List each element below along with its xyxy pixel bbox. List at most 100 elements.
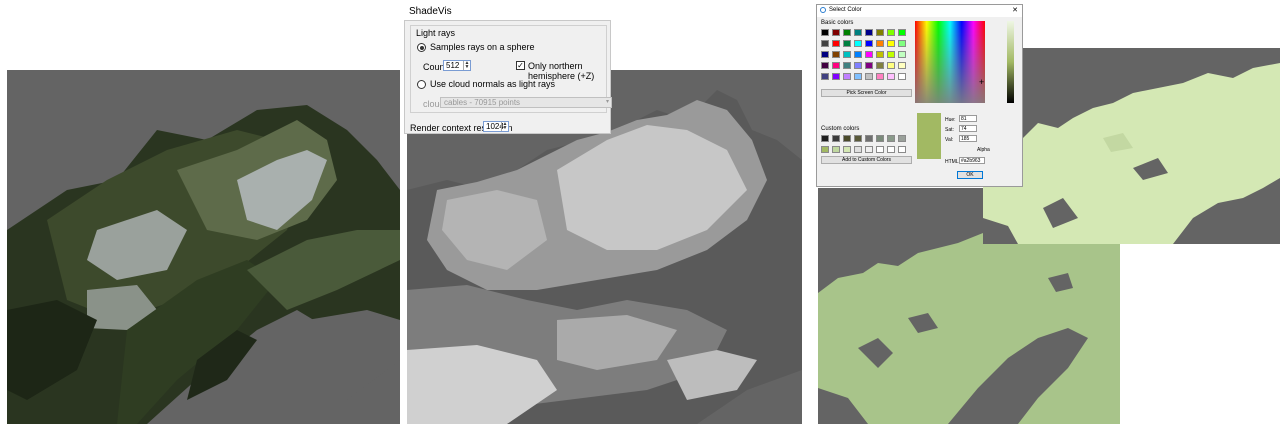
basic-color-swatch[interactable] [854, 51, 862, 58]
basic-color-swatch[interactable] [843, 73, 851, 80]
sat-value: 74 [961, 126, 967, 132]
basic-color-swatch[interactable] [887, 40, 895, 47]
basic-color-swatch[interactable] [821, 51, 829, 58]
basic-color-swatch[interactable] [821, 73, 829, 80]
crosshair-icon: + [979, 77, 985, 87]
light-green-tint-view[interactable] [983, 48, 1280, 244]
basic-color-swatch[interactable] [876, 62, 884, 69]
basic-color-swatch[interactable] [854, 62, 862, 69]
basic-color-swatch[interactable] [821, 40, 829, 47]
custom-color-swatch[interactable] [854, 146, 862, 153]
custom-color-swatch[interactable] [843, 146, 851, 153]
basic-color-swatch[interactable] [832, 29, 840, 36]
custom-color-swatch[interactable] [832, 146, 840, 153]
basic-color-swatch[interactable] [843, 29, 851, 36]
rgb-point-cloud-view[interactable] [7, 70, 400, 424]
spin-arrows-icon[interactable]: ▲ ▼ [501, 122, 508, 131]
custom-color-swatch[interactable] [865, 146, 873, 153]
basic-color-swatch[interactable] [898, 51, 906, 58]
custom-color-swatch[interactable] [843, 135, 851, 142]
color-dialog-title: Select Color [829, 7, 862, 13]
basic-color-swatch[interactable] [832, 73, 840, 80]
rgb-point-cloud-render [7, 105, 400, 424]
basic-color-swatch[interactable] [832, 62, 840, 69]
val-label: Val: [945, 137, 954, 143]
custom-color-swatch[interactable] [865, 135, 873, 142]
shadevis-title: ShadeVis [409, 6, 452, 17]
basic-color-swatch[interactable] [832, 51, 840, 58]
custom-color-swatch[interactable] [832, 135, 840, 142]
resolution-spinbox[interactable]: 1024 ▲ ▼ [483, 121, 509, 132]
basic-color-swatch[interactable] [865, 29, 873, 36]
basic-color-swatch[interactable] [876, 73, 884, 80]
custom-color-swatch[interactable] [898, 135, 906, 142]
add-to-custom-colors-button[interactable]: Add to Custom Colors [821, 156, 912, 164]
custom-color-swatch[interactable] [876, 146, 884, 153]
pick-screen-color-button[interactable]: Pick Screen Color [821, 89, 912, 97]
ok-button[interactable]: OK [957, 171, 983, 179]
basic-color-swatch[interactable] [887, 51, 895, 58]
basic-color-swatch[interactable] [876, 40, 884, 47]
basic-color-swatch[interactable] [876, 29, 884, 36]
val-field[interactable]: 185 [959, 135, 977, 142]
northern-hemisphere-checkbox[interactable]: ✓ [516, 61, 525, 70]
custom-color-swatch[interactable] [821, 135, 829, 142]
basic-color-swatch[interactable] [843, 62, 851, 69]
sphere-radio[interactable] [417, 43, 426, 52]
sphere-option-label: Samples rays on a sphere [430, 42, 535, 52]
html-field[interactable]: #a2b963 [959, 157, 985, 164]
basic-color-swatch[interactable] [843, 51, 851, 58]
basic-color-swatch[interactable] [876, 51, 884, 58]
custom-color-swatch[interactable] [854, 135, 862, 142]
basic-colors-label: Basic colors [821, 20, 854, 26]
shadevis-dialog: Light rays Samples rays on a sphere Coun… [404, 20, 612, 134]
cloud-value: cables - 70915 points [444, 98, 521, 107]
alpha-label: Alpha [977, 147, 990, 153]
basic-color-swatch[interactable] [854, 40, 862, 47]
basic-color-swatch[interactable] [821, 62, 829, 69]
basic-color-swatch[interactable] [898, 73, 906, 80]
custom-colors-label: Custom colors [821, 126, 860, 132]
close-icon[interactable]: ✕ [1012, 6, 1018, 14]
cloud-combobox[interactable]: cables - 70915 points ▾ [440, 97, 612, 108]
basic-color-swatch[interactable] [854, 73, 862, 80]
basic-color-swatch[interactable] [865, 62, 873, 69]
app-logo-icon [820, 7, 826, 13]
radio-selected-dot [419, 45, 424, 50]
sat-label: Sat: [945, 127, 954, 133]
basic-color-swatch[interactable] [821, 29, 829, 36]
hue-field[interactable]: 81 [959, 115, 977, 122]
sat-field[interactable]: 74 [959, 125, 977, 132]
color-spectrum-picker[interactable] [915, 21, 985, 103]
basic-color-swatch[interactable] [887, 73, 895, 80]
normals-option-label: Use cloud normals as light rays [430, 79, 556, 89]
count-value: 512 [446, 61, 460, 70]
selected-color-preview [917, 113, 941, 159]
color-dialog-titlebar: Select Color ✕ [817, 5, 1022, 17]
basic-color-swatch[interactable] [865, 51, 873, 58]
spin-arrows-icon[interactable]: ▲ ▼ [463, 61, 470, 70]
custom-color-swatch[interactable] [887, 135, 895, 142]
custom-color-swatch[interactable] [821, 146, 829, 153]
basic-color-swatch[interactable] [865, 40, 873, 47]
basic-color-swatch[interactable] [887, 62, 895, 69]
custom-colors-grid [821, 135, 913, 155]
basic-color-swatch[interactable] [898, 29, 906, 36]
basic-colors-grid [821, 29, 913, 89]
basic-color-swatch[interactable] [832, 40, 840, 47]
custom-color-swatch[interactable] [876, 135, 884, 142]
normals-radio[interactable] [417, 80, 426, 89]
basic-color-swatch[interactable] [887, 29, 895, 36]
basic-color-swatch[interactable] [854, 29, 862, 36]
custom-color-swatch[interactable] [898, 146, 906, 153]
basic-color-swatch[interactable] [865, 73, 873, 80]
northern-hemisphere-label: Only northern hemisphere (+Z) [528, 61, 595, 81]
value-slider[interactable] [1007, 21, 1014, 103]
custom-color-swatch[interactable] [887, 146, 895, 153]
html-value: #a2b963 [961, 158, 981, 164]
basic-color-swatch[interactable] [898, 62, 906, 69]
basic-color-swatch[interactable] [898, 40, 906, 47]
basic-color-swatch[interactable] [843, 40, 851, 47]
light-green-tint-render [983, 63, 1280, 244]
count-spinbox[interactable]: 512 ▲ ▼ [443, 60, 471, 71]
